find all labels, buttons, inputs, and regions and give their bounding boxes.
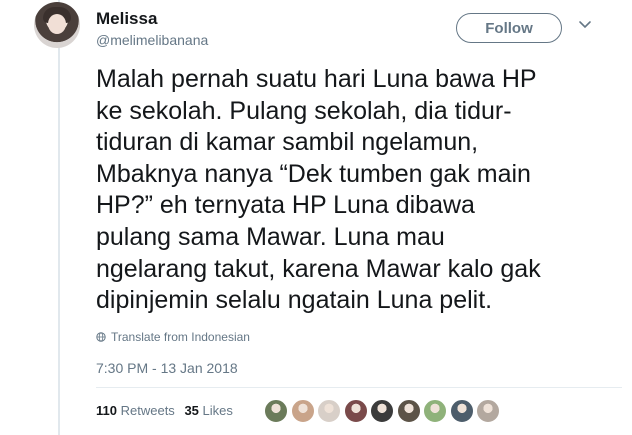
translate-label: Translate from Indonesian (111, 330, 250, 344)
tweet-timestamp[interactable]: 7:30 PM - 13 Jan 2018 (96, 360, 238, 376)
liker-avatar[interactable] (423, 399, 447, 423)
liker-avatar[interactable] (476, 399, 500, 423)
retweets-label: Retweets (120, 403, 175, 418)
translate-link[interactable]: Translate from Indonesian (96, 330, 250, 344)
tweet-line: Mbaknya nanya “Dek tumben gak main (96, 159, 531, 188)
liker-avatar[interactable] (370, 399, 394, 423)
follow-button[interactable]: Follow (456, 13, 562, 43)
avatar-face (48, 14, 66, 34)
display-name[interactable]: Melissa (96, 9, 157, 29)
likes-count: 35 (184, 403, 199, 418)
liker-avatar[interactable] (290, 399, 315, 423)
tweet-line: ngelarang takut, karena Mawar kalo gak (96, 254, 541, 283)
tweet-line: tiduran di kamar sambil ngelamun, (96, 128, 479, 157)
retweets-stat[interactable]: 110 Retweets (96, 403, 175, 418)
tweet-text: Malah pernah suatu hari Luna bawa HP ke … (96, 64, 616, 317)
tweet-line: ke sekolah. Pulang sekolah, dia tidur- (96, 96, 512, 125)
tweet-stats: 110 Retweets 35 Likes (96, 403, 233, 418)
tweet-line: HP?” eh ternyata HP Luna dibawa (96, 191, 475, 220)
thread-rule (58, 0, 60, 435)
likes-stat[interactable]: 35 Likes (184, 403, 232, 418)
tweet-line: pulang sama Mawar. Luna mau (96, 222, 445, 251)
tweet-line: Malah pernah suatu hari Luna bawa HP (96, 65, 537, 93)
user-handle[interactable]: @melimelibanana (96, 32, 208, 48)
tweet-line: dipinjemin selalu ngatain Luna pelit. (96, 286, 493, 315)
liker-avatar[interactable] (317, 399, 341, 423)
globe-icon (96, 332, 106, 342)
liker-avatar[interactable] (343, 399, 368, 423)
avatar[interactable] (34, 2, 80, 48)
chevron-down-icon[interactable] (578, 18, 592, 32)
liker-avatar[interactable] (449, 399, 474, 423)
retweets-count: 110 (96, 403, 117, 418)
likes-label: Likes (202, 403, 233, 418)
divider (96, 387, 622, 388)
liker-avatar[interactable] (264, 399, 288, 423)
liker-avatar[interactable] (396, 399, 421, 423)
